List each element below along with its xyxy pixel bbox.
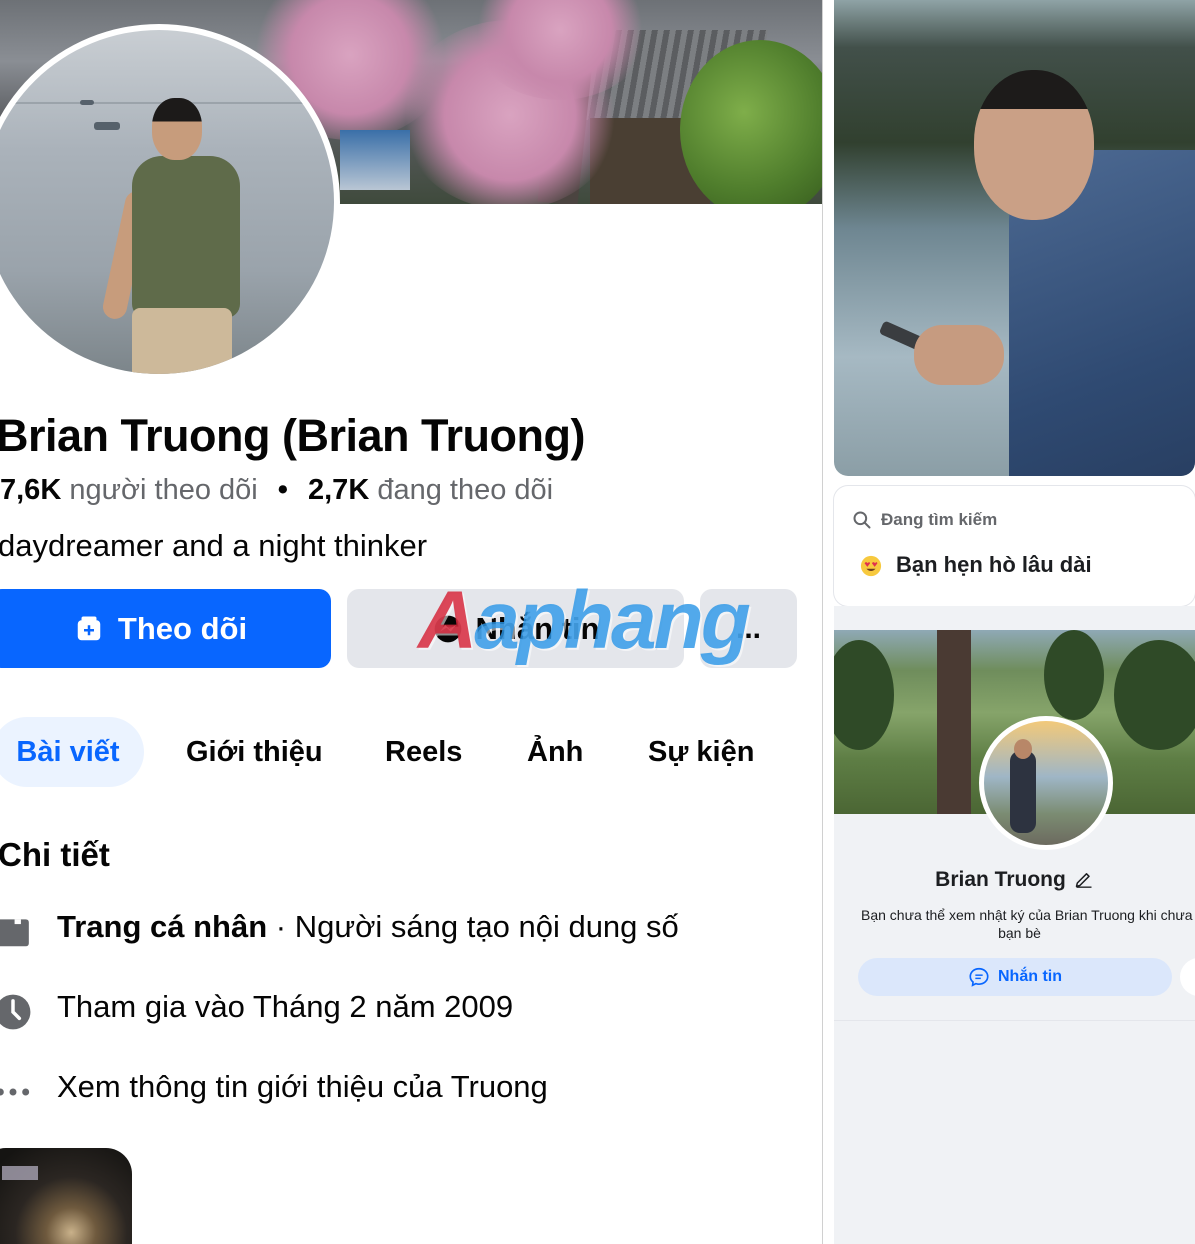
follow-stats: 7,6K người theo dõi • 2,7K đang theo dõi bbox=[0, 474, 553, 507]
avatar-head bbox=[1014, 739, 1032, 759]
photo-face bbox=[974, 70, 1094, 220]
more-horizontal-icon bbox=[0, 1088, 30, 1096]
follow-button[interactable]: Theo dõi bbox=[0, 589, 331, 668]
mini-profile-name: Brian Truong bbox=[834, 868, 1195, 892]
pencil-edit-icon[interactable] bbox=[1074, 868, 1094, 888]
mini-message-button[interactable]: Nhắn tin bbox=[858, 958, 1172, 996]
followers-count[interactable]: 7,6K bbox=[0, 474, 61, 506]
avatar-person bbox=[1010, 751, 1036, 833]
panel-divider bbox=[822, 0, 834, 1244]
mini-name-text: Brian Truong bbox=[935, 868, 1066, 891]
privacy-note-line1: Bạn chưa thể xem nhật ký của Brian Truon… bbox=[861, 907, 1195, 923]
privacy-note: Bạn chưa thể xem nhật ký của Brian Truon… bbox=[844, 906, 1195, 942]
profile-bio: daydreamer and a night thinker bbox=[0, 528, 428, 563]
mini-avatar[interactable] bbox=[979, 716, 1113, 850]
stats-separator: • bbox=[277, 474, 288, 506]
profile-tabs: Bài viết Giới thiệu Reels Ảnh Sự kiện bbox=[0, 717, 822, 787]
following-count[interactable]: 2,7K bbox=[308, 474, 369, 506]
looking-for-label: Đang tìm kiếm bbox=[881, 510, 998, 529]
cover-shrine bbox=[340, 130, 410, 190]
profile-avatar[interactable] bbox=[0, 24, 340, 380]
thumbnail-overlay bbox=[2, 1166, 38, 1180]
messenger-icon bbox=[434, 615, 461, 642]
tab-posts[interactable]: Bài viết bbox=[0, 717, 144, 787]
mini-more-button[interactable] bbox=[1180, 958, 1195, 996]
see-more-text: Xem thông tin giới thiệu của Truong bbox=[57, 1069, 548, 1104]
detail-see-more[interactable]: Xem thông tin giới thiệu của Truong bbox=[0, 1065, 800, 1115]
followers-label[interactable]: người theo dõi bbox=[69, 474, 257, 506]
looking-for-value: Bạn hẹn hò lâu dài bbox=[896, 552, 1092, 577]
tab-photos[interactable]: Ảnh bbox=[527, 717, 583, 787]
dating-profile-photo[interactable] bbox=[834, 0, 1195, 476]
cover-tree-trunk bbox=[937, 630, 971, 814]
photo-hand bbox=[914, 325, 1004, 385]
detail-page-type: Trang cá nhân · Người sáng tạo nội dung … bbox=[0, 905, 800, 955]
clock-icon bbox=[0, 994, 31, 1030]
mini-message-label: Nhắn tin bbox=[998, 968, 1062, 985]
cover-tree bbox=[1044, 630, 1104, 720]
joined-text: Tham gia vào Tháng 2 năm 2009 bbox=[57, 989, 514, 1024]
avatar-shorts bbox=[132, 308, 232, 374]
tab-events[interactable]: Sự kiện bbox=[648, 717, 754, 787]
avatar-boat bbox=[80, 100, 94, 105]
more-options-button[interactable]: ... bbox=[700, 589, 797, 668]
mini-profile-empty-area bbox=[834, 1020, 1195, 1244]
message-button[interactable]: Nhắn tin bbox=[347, 589, 684, 668]
avatar-head bbox=[152, 98, 202, 160]
privacy-note-line2: bạn bè bbox=[998, 925, 1041, 941]
heart-eyes-emoji-icon bbox=[860, 555, 882, 577]
cover-tree bbox=[834, 640, 894, 750]
tab-about[interactable]: Giới thiệu bbox=[186, 717, 323, 787]
section-gap bbox=[834, 606, 1195, 630]
following-label[interactable]: đang theo dõi bbox=[377, 474, 553, 506]
looking-for-card: Đang tìm kiếm Bạn hẹn hò lâu dài bbox=[834, 486, 1195, 606]
avatar-shirt bbox=[132, 156, 240, 318]
message-button-label: Nhắn tin bbox=[475, 610, 600, 646]
featured-thumbnail[interactable] bbox=[0, 1148, 132, 1244]
tab-reels[interactable]: Reels bbox=[385, 717, 462, 787]
detail-joined: Tham gia vào Tháng 2 năm 2009 bbox=[0, 985, 800, 1035]
avatar-boat bbox=[94, 122, 120, 130]
chat-bubble-icon bbox=[969, 967, 989, 987]
details-title: Chi tiết bbox=[0, 836, 110, 873]
page-type-category: · Người sáng tạo nội dung số bbox=[267, 909, 679, 944]
page-type-label: Trang cá nhân bbox=[57, 909, 268, 944]
follow-button-label: Theo dõi bbox=[117, 610, 248, 646]
search-icon bbox=[853, 511, 871, 529]
flag-icon bbox=[0, 919, 29, 947]
profile-name: Brian Truong (Brian Truong) bbox=[0, 410, 585, 461]
profile-panel: Brian Truong (Brian Truong) 7,6K người t… bbox=[0, 0, 822, 1244]
user-add-icon bbox=[77, 616, 101, 640]
cover-tree bbox=[1114, 640, 1195, 750]
mini-profile-card: Brian Truong Bạn chưa thể xem nhật ký củ… bbox=[834, 630, 1195, 1244]
